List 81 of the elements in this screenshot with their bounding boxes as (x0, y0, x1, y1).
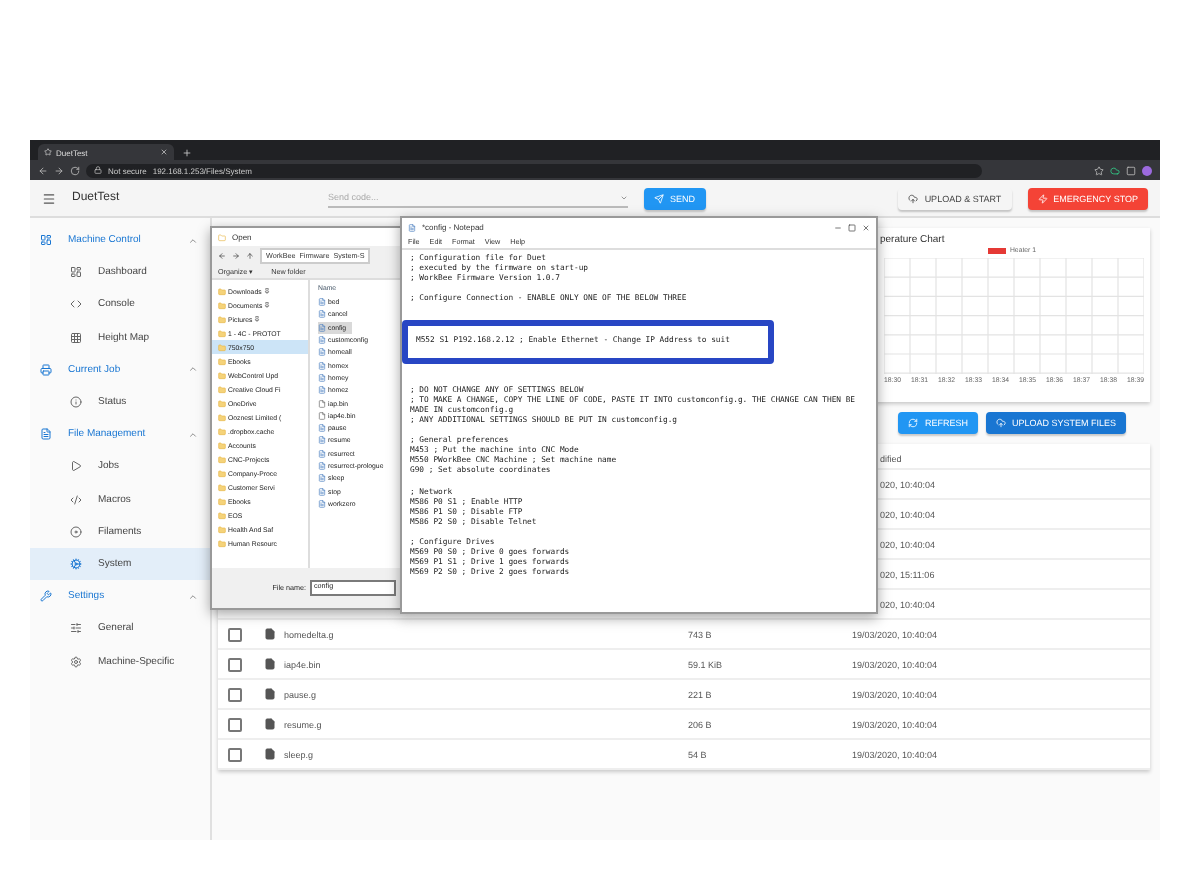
file-icon (318, 399, 326, 408)
play-icon (70, 460, 82, 473)
text-file-icon (318, 310, 326, 319)
text-file-icon (318, 348, 326, 357)
folder-icon (218, 497, 226, 505)
gear-icon (70, 655, 82, 668)
text-file-icon (318, 298, 326, 307)
folder-icon (218, 301, 226, 309)
row-checkbox[interactable] (228, 717, 242, 731)
file-icon (264, 658, 276, 670)
text-file-icon (318, 499, 326, 508)
disc-icon (70, 525, 82, 538)
text-file-icon (318, 462, 326, 470)
wrench-icon (40, 590, 52, 603)
folder-icon (218, 427, 226, 435)
pin-icon (254, 316, 261, 322)
folder-icon (218, 315, 226, 323)
refresh-icon (908, 418, 919, 428)
text-file-icon (318, 386, 326, 395)
text-file-icon (318, 436, 326, 445)
text-file-icon (318, 373, 326, 382)
folder-icon (218, 469, 226, 477)
maximize-icon[interactable] (848, 223, 856, 231)
folder-icon (218, 357, 226, 365)
up-icon[interactable] (246, 252, 254, 260)
notepad-icon (408, 223, 416, 231)
cloud-upload-icon (995, 418, 1006, 428)
lightning-icon (1037, 193, 1048, 203)
row-checkbox[interactable] (228, 657, 242, 671)
folder-icon (218, 371, 226, 379)
text-file-icon (318, 323, 326, 332)
back-icon[interactable] (218, 252, 226, 260)
text-file-icon (318, 449, 326, 458)
pin-icon (264, 302, 271, 308)
send-icon (654, 193, 664, 203)
row-checkbox[interactable] (228, 687, 242, 701)
favicon-icon (44, 148, 52, 156)
file-icon (264, 688, 276, 700)
forward-icon[interactable] (232, 252, 240, 260)
pin-icon (263, 288, 270, 294)
forward-icon[interactable] (54, 165, 64, 175)
folder-icon (218, 455, 226, 463)
folder-icon (218, 399, 226, 407)
file-icon (318, 411, 326, 420)
file-icon (264, 748, 276, 760)
bookmark-icon[interactable] (1094, 165, 1104, 175)
folder-icon (218, 441, 226, 449)
folder-icon (218, 483, 226, 491)
menu-icon[interactable] (42, 191, 56, 205)
sliders-icon (70, 622, 82, 635)
folder-icon (218, 343, 226, 351)
text-file-icon (318, 487, 326, 496)
folder-icon (218, 329, 226, 337)
folder-icon (218, 413, 226, 421)
profile-avatar[interactable] (1142, 165, 1152, 175)
text-file-icon (318, 474, 326, 483)
dashboard-icon (70, 266, 82, 279)
cloud-upload-icon (908, 193, 919, 203)
folder-icon (218, 385, 226, 393)
file-icon (264, 628, 276, 640)
new-tab-icon[interactable] (182, 148, 192, 158)
document-icon (40, 428, 52, 441)
folder-icon (218, 525, 226, 533)
gear-icon (70, 557, 82, 570)
text-file-icon (318, 336, 326, 345)
file-icon (264, 718, 276, 730)
printer-icon (40, 363, 52, 376)
folder-icon (218, 511, 226, 519)
grid-icon (70, 331, 82, 344)
info-icon (70, 396, 82, 409)
text-file-icon (318, 424, 326, 433)
folder-icon (218, 233, 226, 241)
folder-icon (218, 287, 226, 295)
code-icon (70, 493, 82, 506)
folder-icon (218, 539, 226, 547)
row-checkbox[interactable] (228, 747, 242, 761)
code-icon (70, 298, 82, 311)
back-icon[interactable] (38, 165, 48, 175)
text-file-icon (318, 361, 326, 370)
reload-icon[interactable] (70, 165, 80, 175)
row-checkbox[interactable] (228, 627, 242, 641)
